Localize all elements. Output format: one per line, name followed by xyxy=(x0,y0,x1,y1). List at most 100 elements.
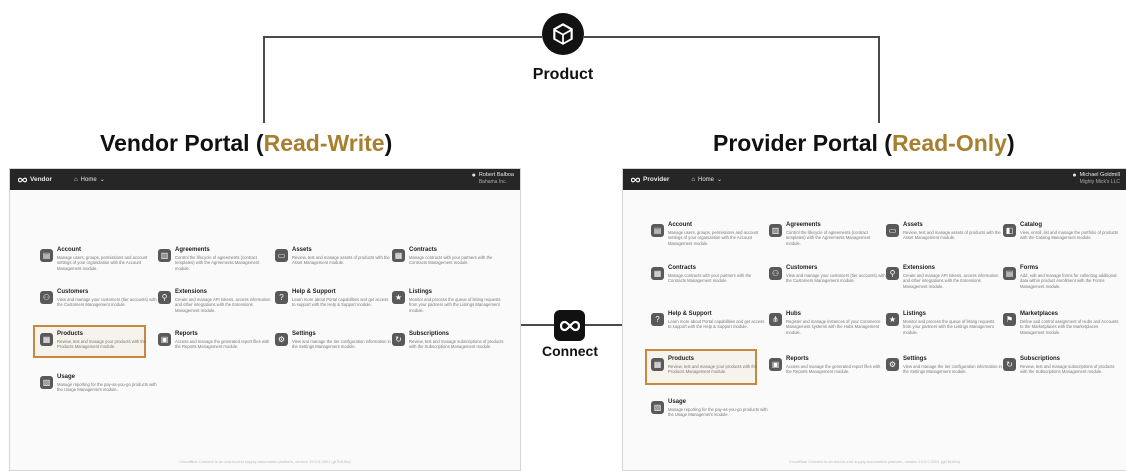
vendor-brand-label: Vendor xyxy=(30,176,53,183)
user-icon: ● xyxy=(1072,172,1077,179)
contracts-icon: ▦ xyxy=(392,249,405,262)
vendor-module-account[interactable]: ▤ Account Manage users, groups, permissi… xyxy=(40,247,158,283)
vendor-module-reports[interactable]: ▣ Reports Access and manage the generate… xyxy=(158,331,276,367)
vendor-footer: CloudBlue Connect is an end-to-end suppl… xyxy=(179,459,351,464)
provider-user-menu[interactable]: ● Michael Goldmill Mighty Mick's LLC xyxy=(1072,172,1120,186)
vendor-module-products[interactable]: ▦ Products Review, test and manage your … xyxy=(40,331,158,367)
help-icon: ? xyxy=(651,313,664,326)
vendor-user-menu[interactable]: ● Robert Balboa Bahama Inc. xyxy=(472,172,514,186)
provider-module-products[interactable]: ▦ Products Review, test and manage your … xyxy=(651,356,769,392)
connector-line-right-vertical xyxy=(878,36,880,123)
help-icon: ? xyxy=(275,291,288,304)
provider-portal-screenshot: Provider ⌂ Home ⌄ ● Michael Goldmill Mig… xyxy=(622,168,1126,471)
customers-icon: ⚇ xyxy=(769,267,782,280)
product-label: Product xyxy=(532,66,594,83)
contracts-icon: ▦ xyxy=(651,267,664,280)
star-icon: ★ xyxy=(886,313,899,326)
vendor-home-label: Home xyxy=(80,176,97,183)
chevron-down-icon: ⌄ xyxy=(99,177,105,183)
refresh-icon: ↻ xyxy=(1003,358,1016,371)
vendor-portal-screenshot: Vendor ⌂ Home ⌄ ● Robert Balboa Bahama I… xyxy=(9,168,521,471)
user-icon: ● xyxy=(471,172,476,179)
assets-icon: ▭ xyxy=(275,249,288,262)
provider-module-usage[interactable]: ▧ Usage Manage reporting for the pay-as-… xyxy=(651,399,769,435)
vendor-module-listings[interactable]: ★ Listings Monitor and process the queue… xyxy=(392,289,510,325)
provider-module-settings[interactable]: ⚙ Settings View and manage the tier conf… xyxy=(886,356,1004,392)
extensions-icon: ⚲ xyxy=(886,267,899,280)
connector-line-mid-left xyxy=(521,324,554,326)
products-grid-icon: ▦ xyxy=(651,358,664,371)
connector-line-top-left xyxy=(263,36,542,38)
provider-module-help-support[interactable]: ? Help & Support Learn more about Portal… xyxy=(651,311,769,347)
cube-icon xyxy=(553,23,573,45)
provider-brand[interactable]: Provider xyxy=(631,176,669,183)
infinity-icon xyxy=(559,320,580,331)
gear-icon: ⚙ xyxy=(886,358,899,371)
account-icon: ▤ xyxy=(651,224,664,237)
infinity-icon xyxy=(631,177,640,182)
usage-icon: ▧ xyxy=(40,376,53,389)
assets-icon: ▭ xyxy=(886,224,899,237)
vendor-module-contracts[interactable]: ▦ Contracts Manage contracts with your p… xyxy=(392,247,510,283)
agreements-icon: ▥ xyxy=(769,224,782,237)
reports-icon: ▣ xyxy=(158,333,171,346)
vendor-user-org: Bahama Inc. xyxy=(478,179,507,185)
vendor-module-extensions[interactable]: ⚲ Extensions Create and manage API token… xyxy=(158,289,276,325)
provider-portal-title: Provider Portal (Read-Only) xyxy=(713,130,1015,156)
home-icon: ⌂ xyxy=(74,176,78,183)
vendor-module-agreements[interactable]: ▥ Agreements Control the lifecycle of ag… xyxy=(158,247,276,283)
provider-user-name: Michael Goldmill xyxy=(1079,172,1120,178)
connect-logo xyxy=(554,310,585,341)
gear-icon: ⚙ xyxy=(275,333,288,346)
vendor-home-nav[interactable]: ⌂ Home ⌄ xyxy=(74,176,105,184)
vendor-user-name: Robert Balboa xyxy=(478,172,514,178)
star-icon: ★ xyxy=(392,291,405,304)
vendor-brand[interactable]: Vendor xyxy=(18,176,52,183)
provider-home-nav[interactable]: ⌂ Home ⌄ xyxy=(691,176,722,184)
provider-module-forms[interactable]: ▤ Forms Add, edit and manage forms for c… xyxy=(1003,265,1121,301)
vendor-module-subscriptions[interactable]: ↻ Subscriptions Review, test and manage … xyxy=(392,331,510,367)
provider-module-reports[interactable]: ▣ Reports Access and manage the generate… xyxy=(769,356,887,392)
provider-home-label: Home xyxy=(698,176,715,183)
forms-icon: ▤ xyxy=(1003,267,1016,280)
vendor-module-customers[interactable]: ⚇ Customers View and manage your custome… xyxy=(40,289,158,325)
provider-brand-label: Provider xyxy=(643,176,670,183)
provider-module-catalog[interactable]: ◧ Catalog View, enroll, list and manage … xyxy=(1003,222,1121,258)
provider-module-contracts[interactable]: ▦ Contracts Manage contracts with your p… xyxy=(651,265,769,301)
provider-module-listings[interactable]: ★ Listings Monitor and process the queue… xyxy=(886,311,1004,347)
connect-label: Connect xyxy=(542,343,598,359)
reports-icon: ▣ xyxy=(769,358,782,371)
products-grid-icon: ▦ xyxy=(40,333,53,346)
home-icon: ⌂ xyxy=(691,176,695,183)
connector-line-left-vertical xyxy=(263,36,265,123)
product-cube-icon xyxy=(542,13,584,55)
provider-module-subscriptions[interactable]: ↻ Subscriptions Review, test and manage … xyxy=(1003,356,1121,392)
vendor-module-settings[interactable]: ⚙ Settings View and manage the tier conf… xyxy=(275,331,393,367)
provider-module-assets[interactable]: ▭ Assets Review, test and manage assets … xyxy=(886,222,1004,258)
provider-module-extensions[interactable]: ⚲ Extensions Create and manage API token… xyxy=(886,265,1004,301)
provider-top-bar: Provider ⌂ Home ⌄ ● Michael Goldmill Mig… xyxy=(623,169,1126,190)
agreements-icon: ▥ xyxy=(158,249,171,262)
provider-module-account[interactable]: ▤ Account Manage users, groups, permissi… xyxy=(651,222,769,258)
catalog-icon: ◧ xyxy=(1003,224,1016,237)
vendor-module-usage[interactable]: ▧ Usage Manage reporting for the pay-as-… xyxy=(40,374,158,410)
refresh-icon: ↻ xyxy=(392,333,405,346)
provider-footer: CloudBlue Connect is an end-to-end suppl… xyxy=(788,459,961,464)
extensions-icon: ⚲ xyxy=(158,291,171,304)
account-icon: ▤ xyxy=(40,249,53,262)
vendor-top-bar: Vendor ⌂ Home ⌄ ● Robert Balboa Bahama I… xyxy=(10,169,520,190)
connector-line-mid-right xyxy=(585,324,622,326)
provider-module-hubs[interactable]: ⋔ Hubs Register and manage instances of … xyxy=(769,311,887,347)
vendor-module-help-support[interactable]: ? Help & Support Learn more about Portal… xyxy=(275,289,393,325)
provider-module-agreements[interactable]: ▥ Agreements Control the lifecycle of ag… xyxy=(769,222,887,258)
customers-icon: ⚇ xyxy=(40,291,53,304)
provider-module-marketplaces[interactable]: ⚑ Marketplaces Define and control assign… xyxy=(1003,311,1121,347)
marketplaces-icon: ⚑ xyxy=(1003,313,1016,326)
vendor-module-assets[interactable]: ▭ Assets Review, test and manage assets … xyxy=(275,247,393,283)
provider-module-customers[interactable]: ⚇ Customers View and manage your custome… xyxy=(769,265,887,301)
usage-icon: ▧ xyxy=(651,401,664,414)
hubs-icon: ⋔ xyxy=(769,313,782,326)
provider-user-org: Mighty Mick's LLC xyxy=(1079,179,1120,185)
infinity-icon xyxy=(18,177,27,182)
connector-line-top-right xyxy=(584,36,880,38)
